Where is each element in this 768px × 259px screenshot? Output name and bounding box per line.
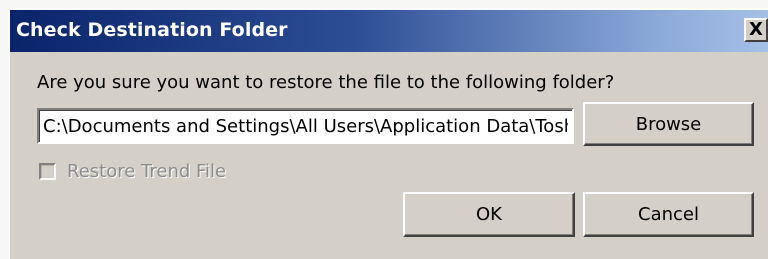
restore-trend-checkbox [39,163,56,180]
restore-trend-label: Restore Trend File [67,161,227,182]
browse-button[interactable]: Browse [583,102,754,146]
close-icon: X [749,18,763,40]
dialog-title: Check Destination Folder [16,19,288,41]
restore-prompt: Are you sure you want to restore the fil… [37,72,615,93]
restore-trend-option: Restore Trend File [39,161,226,182]
cancel-button[interactable]: Cancel [583,192,754,237]
ok-button[interactable]: OK [403,192,575,237]
close-button[interactable]: X [744,18,768,42]
title-bar[interactable]: Check Destination Folder X [10,10,768,52]
destination-path-input[interactable] [37,108,574,144]
check-destination-dialog: Check Destination Folder X Are you sure … [8,8,768,259]
